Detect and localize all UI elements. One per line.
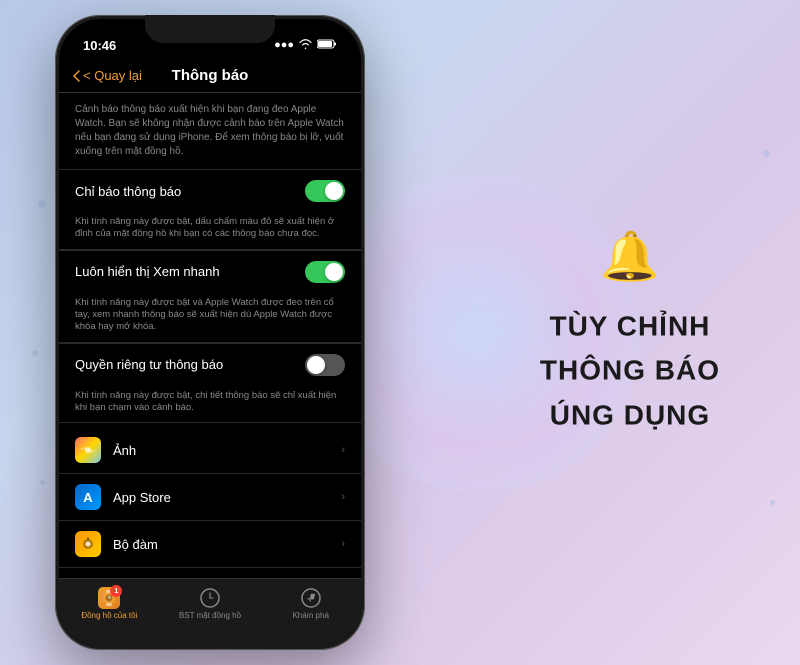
my-watch-icon: 1 bbox=[98, 587, 120, 609]
toggle-thumb-3 bbox=[307, 356, 325, 374]
battery-icon bbox=[317, 39, 337, 52]
tab-badge: 1 bbox=[110, 585, 122, 597]
app-row-photos[interactable]: Ảnh › bbox=[59, 427, 361, 473]
photos-label: Ảnh bbox=[113, 443, 136, 458]
wifi-icon bbox=[299, 39, 312, 52]
chi-bao-subtext: Khi tính năng này được bật, dấu chấm màu… bbox=[59, 212, 361, 250]
app-row-appstore[interactable]: A App Store › bbox=[59, 473, 361, 520]
decor-dot-4 bbox=[763, 150, 770, 157]
appstore-icon: A bbox=[75, 484, 101, 510]
chi-bao-toggle[interactable] bbox=[305, 180, 345, 202]
settings-row-xem-nhanh: Luôn hiển thị Xem nhanh bbox=[59, 250, 361, 293]
quyen-rieng-toggle[interactable] bbox=[305, 354, 345, 376]
phone-notch bbox=[145, 15, 275, 43]
tab-face-gallery-label: BST mặt đồng hồ bbox=[179, 611, 241, 620]
walkie-chevron: › bbox=[341, 538, 345, 550]
right-title: TÙY CHỈNH THÔNG BÁO ÚNG DỤNG bbox=[540, 304, 720, 438]
phone-frame: 10:46 ●●● < Quay lại Thô bbox=[55, 15, 365, 650]
settings-row-chi-bao: Chỉ báo thông báo bbox=[59, 169, 361, 212]
status-icons: ●●● bbox=[274, 39, 337, 52]
tab-face-gallery[interactable]: BST mặt đồng hồ bbox=[160, 587, 261, 620]
quyen-rieng-subtext: Khi tính năng này được bật, chi tiết thô… bbox=[59, 386, 361, 424]
nav-header: < Quay lại Thông báo bbox=[59, 63, 361, 93]
xem-nhanh-label: Luôn hiển thị Xem nhanh bbox=[75, 264, 220, 279]
phone-device: 10:46 ●●● < Quay lại Thô bbox=[55, 15, 365, 650]
settings-group: Chỉ báo thông báo Khi tính năng này được… bbox=[59, 169, 361, 423]
discover-icon bbox=[300, 587, 322, 609]
walkie-label: Bộ đàm bbox=[113, 537, 158, 552]
tab-bar: 1 Đồng hồ của tôi BST mặt đồng hồ bbox=[59, 578, 361, 646]
right-panel: 🔔 TÙY CHỈNH THÔNG BÁO ÚNG DỤNG bbox=[540, 227, 720, 438]
appstore-label: App Store bbox=[113, 490, 171, 505]
status-time: 10:46 bbox=[83, 38, 116, 53]
photos-chevron: › bbox=[341, 444, 345, 456]
decor-dot-5 bbox=[770, 500, 775, 505]
appstore-chevron: › bbox=[341, 491, 345, 503]
quyen-rieng-label: Quyền riêng tư thông báo bbox=[75, 357, 223, 372]
nav-title: Thông báo bbox=[172, 67, 249, 84]
face-gallery-icon bbox=[199, 587, 221, 609]
app-list: Ảnh › A App Store › bbox=[59, 427, 361, 600]
xem-nhanh-subtext: Khi tính năng này được bật và Apple Watc… bbox=[59, 293, 361, 343]
tab-my-watch-label: Đồng hồ của tôi bbox=[81, 611, 137, 620]
phone-screen: 10:46 ●●● < Quay lại Thô bbox=[59, 19, 361, 646]
signal-icon: ●●● bbox=[274, 39, 294, 51]
toggle-thumb bbox=[325, 182, 343, 200]
app-row-walkie[interactable]: Bộ đàm › bbox=[59, 520, 361, 567]
xem-nhanh-toggle[interactable] bbox=[305, 261, 345, 283]
chi-bao-label: Chỉ báo thông báo bbox=[75, 184, 181, 199]
top-description: Cảnh báo thông báo xuất hiện khi bạn đan… bbox=[59, 93, 361, 169]
tab-discover-label: Khám phá bbox=[292, 611, 328, 620]
walkie-icon bbox=[75, 531, 101, 557]
decor-dot-3 bbox=[40, 480, 45, 485]
toggle-thumb-2 bbox=[325, 263, 343, 281]
tab-discover[interactable]: Khám phá bbox=[260, 587, 361, 620]
decor-dot-1 bbox=[38, 200, 46, 208]
settings-row-quyen-rieng: Quyền riêng tư thông báo bbox=[59, 343, 361, 386]
photos-icon bbox=[75, 437, 101, 463]
back-button[interactable]: < Quay lại bbox=[73, 68, 142, 83]
tab-my-watch[interactable]: 1 Đồng hồ của tôi bbox=[59, 587, 160, 620]
content-area: Cảnh báo thông báo xuất hiện khi bạn đan… bbox=[59, 93, 361, 600]
decor-dot-2 bbox=[32, 350, 38, 356]
bell-icon: 🔔 bbox=[540, 227, 720, 284]
